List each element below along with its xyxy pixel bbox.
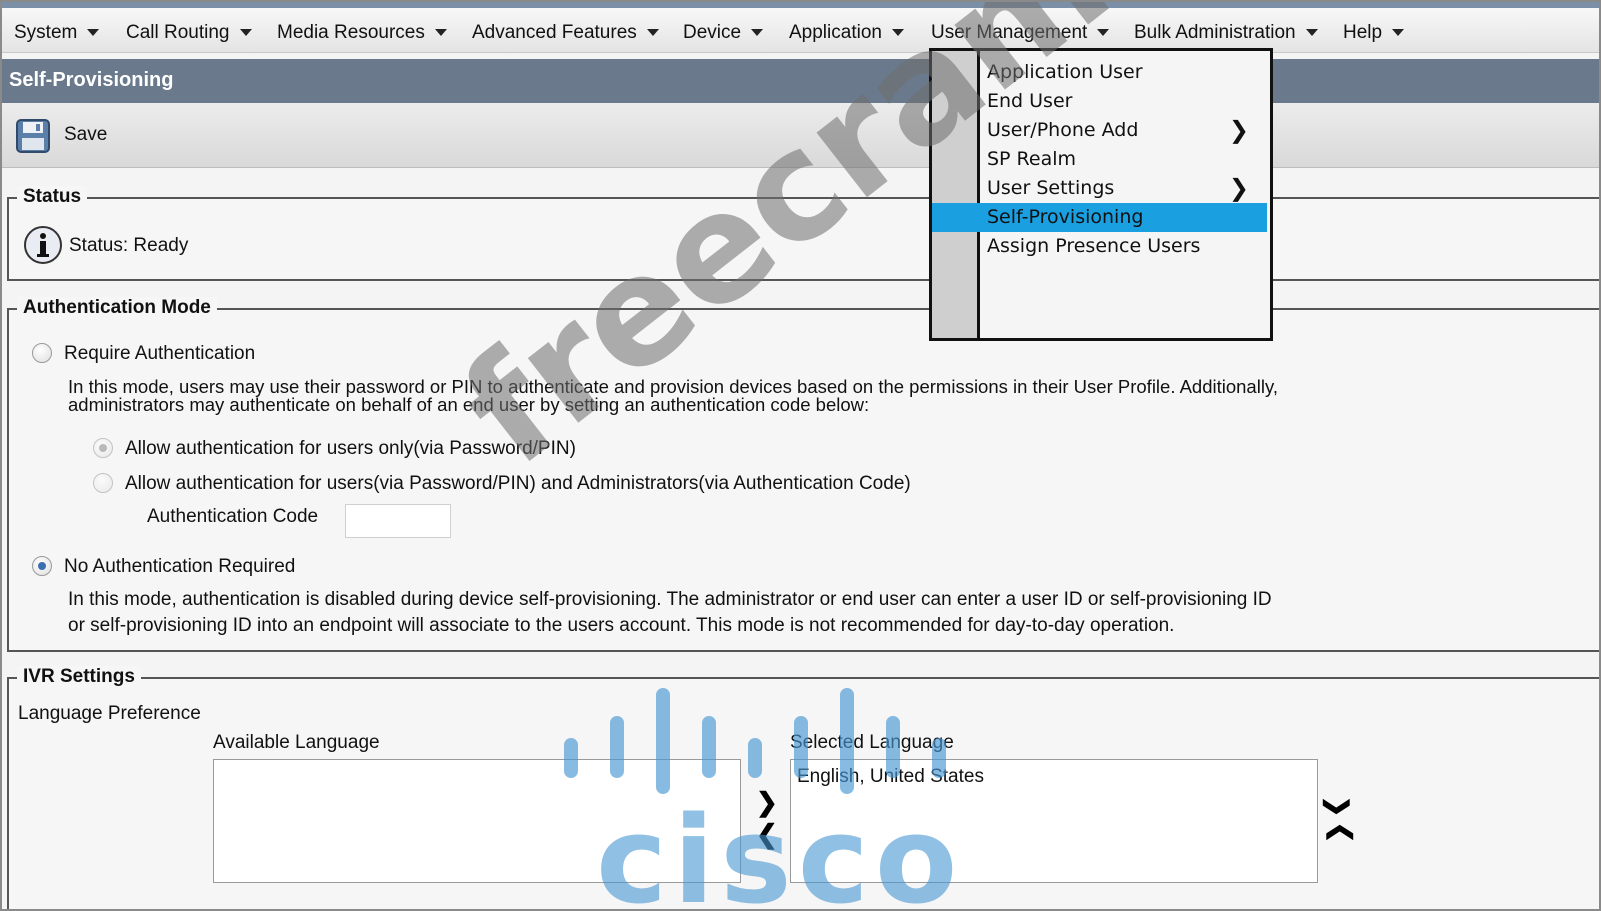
move-right-arrow-icon[interactable]: ❯	[756, 787, 778, 818]
no-authentication-radio[interactable]	[32, 556, 52, 576]
status-legend: Status	[17, 186, 88, 208]
require-auth-description-2: administrators may authenticate on behal…	[68, 394, 870, 415]
dropdown-item-user-settings[interactable]: User Settings ❯	[980, 174, 1267, 203]
dropdown-item-sp-realm[interactable]: SP Realm	[980, 145, 1267, 174]
menu-help[interactable]: Help	[1343, 22, 1405, 44]
no-authentication-label: No Authentication Required	[64, 556, 296, 577]
menu-system[interactable]: System	[14, 22, 100, 44]
available-language-list[interactable]	[213, 759, 741, 883]
menu-bulk-administration[interactable]: Bulk Administration	[1134, 22, 1318, 44]
toolbar	[2, 103, 1599, 168]
dropdown-item-end-user[interactable]: End User	[980, 87, 1267, 116]
list-item[interactable]: English, United States	[797, 766, 984, 788]
status-section: Status Status: Ready	[7, 186, 1599, 281]
menu-label: Call Routing	[126, 22, 230, 43]
dropdown-item-label: Assign Presence Users	[987, 235, 1201, 257]
caret-down-icon	[87, 29, 100, 37]
page-title-bar: Self-Provisioning	[2, 59, 1599, 103]
chevron-right-icon: ❯	[1228, 174, 1249, 202]
allow-users-admins-label: Allow authentication for users(via Passw…	[125, 473, 911, 494]
menu-label: Bulk Administration	[1134, 22, 1296, 43]
caret-down-icon	[1097, 29, 1110, 37]
dropdown-item-application-user[interactable]: Application User	[980, 58, 1267, 87]
selected-language-list[interactable]: English, United States	[790, 759, 1318, 883]
allow-users-admins-radio[interactable]	[93, 473, 113, 493]
save-button[interactable]: Save	[64, 124, 107, 146]
menu-label: Device	[683, 22, 742, 43]
user-management-dropdown: Application User End User User/Phone Add…	[929, 48, 1273, 341]
allow-users-only-label: Allow authentication for users only(via …	[125, 438, 576, 459]
menu-user-management[interactable]: User Management	[931, 22, 1110, 44]
caret-down-icon	[751, 29, 764, 37]
caret-down-icon	[1305, 29, 1318, 37]
allow-users-only-radio[interactable]	[93, 438, 113, 458]
available-language-label: Available Language	[213, 732, 380, 753]
caret-down-icon	[434, 29, 447, 37]
auth-mode-legend: Authentication Mode	[17, 297, 217, 319]
menu-label: System	[14, 22, 78, 43]
dropdown-item-label: Application User	[987, 61, 1143, 83]
ivr-legend: IVR Settings	[17, 666, 141, 688]
page-title: Self-Provisioning	[9, 69, 174, 91]
caret-down-icon	[891, 29, 904, 37]
menu-label: Media Resources	[277, 22, 425, 43]
no-auth-description: In this mode, authentication is disabled…	[68, 589, 1272, 610]
dropdown-gutter	[932, 51, 980, 338]
dropdown-item-assign-presence-users[interactable]: Assign Presence Users	[980, 232, 1267, 261]
menu-call-routing[interactable]: Call Routing	[126, 22, 252, 44]
authentication-mode-section: Authentication Mode Require Authenticati…	[7, 297, 1599, 652]
move-left-arrow-icon[interactable]: ❮	[756, 819, 778, 850]
menu-media-resources[interactable]: Media Resources	[277, 22, 447, 44]
selected-language-label: Selected Language	[790, 732, 954, 753]
caret-down-icon	[239, 29, 252, 37]
chevron-right-icon: ❯	[1228, 116, 1249, 144]
menu-label: Help	[1343, 22, 1383, 43]
menu-label: User Management	[931, 22, 1088, 43]
dropdown-item-user-phone-add[interactable]: User/Phone Add ❯	[980, 116, 1267, 145]
auth-code-input[interactable]	[345, 504, 451, 538]
top-menubar: System Call Routing Media Resources Adva…	[2, 2, 1599, 53]
dropdown-item-label: SP Realm	[987, 148, 1077, 170]
move-up-arrow-icon[interactable]: ❯	[1322, 822, 1353, 844]
dropdown-item-label: User/Phone Add	[987, 119, 1139, 141]
save-icon[interactable]	[15, 118, 51, 154]
caret-down-icon	[646, 29, 659, 37]
menu-application[interactable]: Application	[789, 22, 904, 44]
language-preference-label: Language Preference	[18, 703, 201, 724]
menu-advanced-features[interactable]: Advanced Features	[472, 22, 659, 44]
menu-label: Advanced Features	[472, 22, 637, 43]
move-down-arrow-icon[interactable]: ❯	[1322, 796, 1353, 818]
dropdown-item-label: End User	[987, 90, 1073, 112]
menu-label: Application	[789, 22, 882, 43]
caret-down-icon	[1392, 29, 1405, 37]
status-text: Status: Ready	[69, 235, 189, 256]
require-authentication-radio[interactable]	[32, 343, 52, 363]
dropdown-item-self-provisioning[interactable]: Self-Provisioning	[932, 203, 1267, 232]
menu-device[interactable]: Device	[683, 22, 764, 44]
require-authentication-label: Require Authentication	[64, 343, 256, 364]
info-icon	[24, 226, 62, 264]
app-window: System Call Routing Media Resources Adva…	[0, 0, 1601, 911]
menubar-top-stripe	[2, 2, 1599, 8]
ivr-settings-section: IVR Settings Language Preference Availab…	[7, 666, 1599, 909]
auth-code-label: Authentication Code	[147, 506, 319, 527]
no-auth-description-2: or self-provisioning ID into an endpoint…	[68, 615, 1175, 636]
dropdown-item-label: User Settings	[987, 177, 1115, 199]
dropdown-item-label: Self-Provisioning	[987, 206, 1144, 228]
